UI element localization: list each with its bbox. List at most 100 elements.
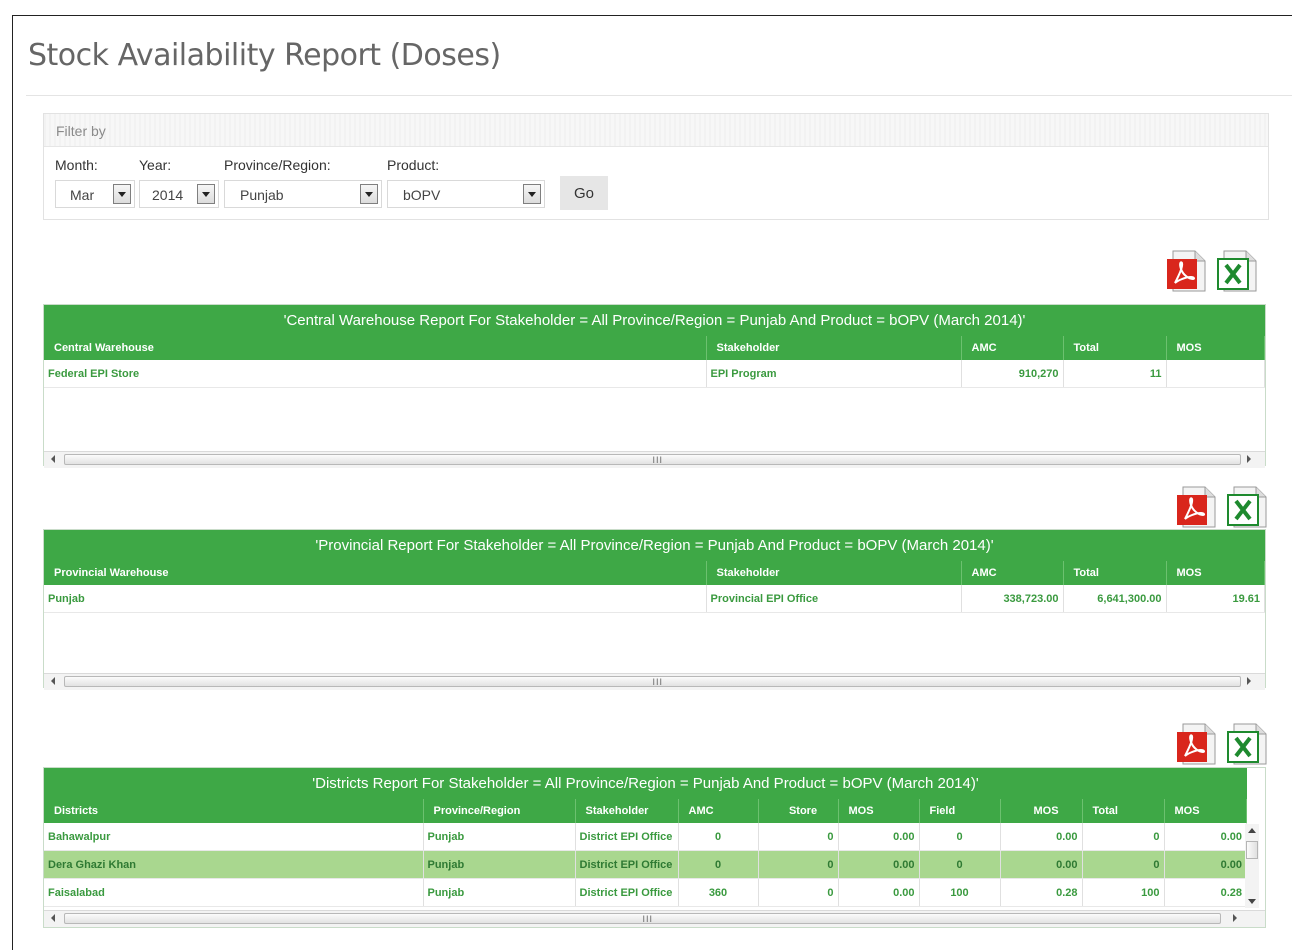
table-cell: 0 <box>758 823 839 851</box>
column-header[interactable]: MOS <box>1164 799 1247 823</box>
scroll-right-icon[interactable] <box>1247 677 1251 685</box>
table-cell: 11 <box>1063 360 1167 388</box>
table-cell: 0 <box>919 850 1001 879</box>
provincial-report: 'Provincial Report For Stakeholder = All… <box>43 529 1266 690</box>
table-row[interactable]: Faisalabad Punjab District EPI Office 36… <box>44 878 1247 907</box>
scroll-thumb[interactable]: III <box>64 913 1221 924</box>
table-cell: 0.00 <box>838 850 920 879</box>
column-header[interactable]: MOS <box>1166 561 1265 585</box>
column-header[interactable]: Total <box>1063 561 1167 585</box>
go-button[interactable]: Go <box>560 176 608 210</box>
column-header[interactable]: Field <box>919 799 1001 823</box>
column-header[interactable]: MOS <box>1166 336 1265 360</box>
table-cell: District EPI Office <box>575 823 679 851</box>
districts-viewport: 'Districts Report For Stakeholder = All … <box>44 768 1247 907</box>
product-label: Product: <box>387 157 440 173</box>
year-label: Year: <box>139 157 172 173</box>
scroll-left-icon[interactable] <box>51 677 55 685</box>
scroll-thumb[interactable]: III <box>64 454 1241 465</box>
scroll-right-icon[interactable] <box>1247 455 1251 463</box>
table-cell: Faisalabad <box>44 878 424 907</box>
chevron-down-icon[interactable] <box>197 184 215 204</box>
table-cell: 100 <box>1082 878 1165 907</box>
column-header[interactable]: MOS <box>1000 799 1083 823</box>
column-header[interactable]: Total <box>1063 336 1167 360</box>
table-cell: 100 <box>919 878 1001 907</box>
table-cell: 0.00 <box>1000 850 1083 879</box>
product-value: bOPV <box>403 187 441 203</box>
pdf-icon[interactable] <box>1165 249 1207 293</box>
page-title: Stock Availability Report (Doses) <box>28 38 501 73</box>
table-cell: 338,723.00 <box>961 585 1064 613</box>
scroll-up-icon[interactable] <box>1248 828 1256 833</box>
districts-table: Districts Province/Region Stakeholder AM… <box>44 799 1247 907</box>
table-cell: Punjab <box>423 823 576 851</box>
scroll-thumb[interactable] <box>1246 841 1258 859</box>
scroll-right-icon[interactable] <box>1233 914 1237 922</box>
table-cell: Provincial EPI Office <box>706 585 962 613</box>
districts-report: 'Districts Report For Stakeholder = All … <box>43 767 1266 928</box>
month-label: Month: <box>55 157 98 173</box>
chevron-down-icon[interactable] <box>113 184 131 204</box>
horizontal-scrollbar[interactable]: III <box>44 673 1265 690</box>
product-select[interactable]: bOPV <box>387 180 545 208</box>
central-warehouse-report: 'Central Warehouse Report For Stakeholde… <box>43 304 1266 468</box>
empty-area <box>44 613 1265 673</box>
table-cell: Punjab <box>423 850 576 879</box>
province-value: Punjab <box>240 187 284 203</box>
province-label: Province/Region: <box>224 157 331 173</box>
column-header[interactable]: Districts <box>44 799 424 823</box>
column-header[interactable]: Store <box>758 799 839 823</box>
column-header[interactable]: AMC <box>961 336 1064 360</box>
table-row[interactable]: Punjab Provincial EPI Office 338,723.00 … <box>44 585 1265 613</box>
excel-icon[interactable] <box>1226 485 1268 529</box>
districts-header-row: Districts Province/Region Stakeholder AM… <box>44 799 1247 823</box>
table-row[interactable]: Dera Ghazi Khan Punjab District EPI Offi… <box>44 850 1247 879</box>
table-cell: 360 <box>678 878 759 907</box>
horizontal-scrollbar[interactable]: III <box>44 451 1265 468</box>
scroll-left-icon[interactable] <box>51 914 55 922</box>
scroll-down-icon[interactable] <box>1248 899 1256 904</box>
central-report-title: 'Central Warehouse Report For Stakeholde… <box>44 305 1265 336</box>
column-header[interactable]: Stakeholder <box>575 799 679 823</box>
column-header[interactable]: AMC <box>678 799 759 823</box>
title-divider <box>26 95 1292 96</box>
year-select[interactable]: 2014 <box>139 180 219 208</box>
column-header[interactable]: Stakeholder <box>706 336 962 360</box>
column-header[interactable]: AMC <box>961 561 1064 585</box>
column-header[interactable]: Province/Region <box>423 799 576 823</box>
central-table: Central Warehouse Stakeholder AMC Total … <box>44 336 1265 388</box>
pdf-icon[interactable] <box>1175 722 1217 766</box>
column-header[interactable]: Stakeholder <box>706 561 962 585</box>
table-cell: 0 <box>678 823 759 851</box>
excel-icon[interactable] <box>1226 722 1268 766</box>
table-row[interactable]: Bahawalpur Punjab District EPI Office 0 … <box>44 823 1247 851</box>
table-cell: District EPI Office <box>575 878 679 907</box>
scroll-left-icon[interactable] <box>51 455 55 463</box>
pdf-icon[interactable] <box>1175 485 1217 529</box>
scroll-grip: III <box>652 677 664 687</box>
table-cell: 0.28 <box>1164 878 1247 907</box>
chevron-down-icon[interactable] <box>523 184 541 204</box>
province-select[interactable]: Punjab <box>224 180 382 208</box>
table-cell: 0 <box>678 850 759 879</box>
table-cell: 0 <box>919 823 1001 851</box>
table-cell <box>1166 360 1265 388</box>
column-header[interactable]: MOS <box>838 799 920 823</box>
scroll-thumb[interactable]: III <box>64 676 1241 687</box>
vertical-scrollbar[interactable] <box>1245 824 1259 908</box>
table-row[interactable]: Federal EPI Store EPI Program 910,270 11 <box>44 360 1265 388</box>
scroll-grip: III <box>642 914 654 924</box>
table-cell: Bahawalpur <box>44 823 424 851</box>
month-select[interactable]: Mar <box>55 180 135 208</box>
column-header[interactable]: Total <box>1082 799 1165 823</box>
horizontal-scrollbar[interactable]: III <box>44 910 1265 927</box>
column-header[interactable]: Central Warehouse <box>44 336 707 360</box>
table-cell: Punjab <box>44 585 707 613</box>
chevron-down-icon[interactable] <box>360 184 378 204</box>
table-cell: EPI Program <box>706 360 962 388</box>
excel-icon[interactable] <box>1216 249 1258 293</box>
table-cell: Dera Ghazi Khan <box>44 850 424 879</box>
filter-heading: Filter by <box>56 123 106 139</box>
column-header[interactable]: Provincial Warehouse <box>44 561 707 585</box>
